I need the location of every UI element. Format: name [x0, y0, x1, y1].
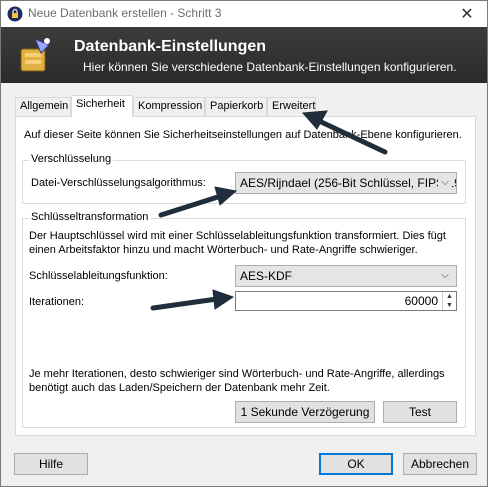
- title-bar: Neue Datenbank erstellen - Schritt 3 ✕: [1, 1, 487, 27]
- header-banner: Datenbank-Einstellungen Hier können Sie …: [1, 27, 487, 83]
- window-title: Neue Datenbank erstellen - Schritt 3: [28, 6, 222, 20]
- iterations-value: 60000: [404, 294, 438, 308]
- spin-down-icon[interactable]: ▼: [443, 301, 456, 310]
- tab-allgemein[interactable]: Allgemein: [15, 97, 71, 116]
- dialog-window: Neue Datenbank erstellen - Schritt 3 ✕ D…: [0, 0, 488, 487]
- encryption-group: Verschlüsselung Datei-Verschlüsselungsal…: [22, 153, 466, 204]
- close-button[interactable]: ✕: [447, 1, 487, 27]
- key-transformation-description: Der Hauptschlüssel wird mit einer Schlüs…: [29, 230, 446, 256]
- banner-heading: Datenbank-Einstellungen: [74, 38, 267, 55]
- ok-button[interactable]: OK: [319, 453, 393, 475]
- help-button[interactable]: Hilfe: [14, 453, 88, 475]
- algorithm-label: Datei-Verschlüsselungsalgorithmus:: [31, 177, 206, 189]
- chevron-down-icon: ⌵: [438, 173, 452, 193]
- kdf-label: Schlüsselableitungsfunktion:: [29, 270, 168, 282]
- security-tab-page: Auf dieser Seite können Sie Sicherheitse…: [15, 116, 476, 436]
- database-wizard-icon: [20, 38, 50, 72]
- key-transformation-group: Schlüsseltransformation Der Hauptschlüss…: [22, 211, 466, 428]
- test-button[interactable]: Test: [383, 401, 457, 423]
- iterations-note: Je mehr Iterationen, desto schwieriger s…: [29, 368, 445, 394]
- tab-kompression[interactable]: Kompression: [133, 97, 205, 116]
- chevron-down-icon: ⌵: [438, 266, 452, 286]
- tab-papierkorb[interactable]: Papierkorb: [205, 97, 267, 116]
- key-transformation-legend: Schlüsseltransformation: [29, 211, 151, 223]
- banner-subheading: Hier können Sie verschiedene Datenbank-E…: [83, 60, 457, 74]
- algorithm-value: AES/Rijndael (256-Bit Schlüssel, FIPS 19…: [240, 176, 457, 190]
- kdf-value: AES-KDF: [240, 269, 293, 283]
- iterations-label: Iterationen:: [29, 296, 85, 308]
- tab-sicherheit[interactable]: Sicherheit: [71, 95, 133, 117]
- one-second-delay-button[interactable]: 1 Sekunde Verzögerung: [235, 401, 375, 423]
- kdf-select[interactable]: AES-KDF ⌵: [235, 265, 457, 287]
- tab-erweitert[interactable]: Erweitert: [267, 97, 316, 116]
- security-intro-text: Auf dieser Seite können Sie Sicherheitse…: [24, 129, 462, 141]
- cancel-button[interactable]: Abbrechen: [403, 453, 477, 475]
- close-icon: ✕: [460, 6, 474, 23]
- spin-up-icon[interactable]: ▲: [443, 292, 456, 301]
- spin-buttons[interactable]: ▲ ▼: [442, 292, 456, 310]
- iterations-stepper[interactable]: 60000 ▲ ▼: [235, 291, 457, 311]
- algorithm-select[interactable]: AES/Rijndael (256-Bit Schlüssel, FIPS 19…: [235, 172, 457, 194]
- encryption-legend: Verschlüsselung: [29, 153, 114, 165]
- lock-icon: [7, 6, 23, 22]
